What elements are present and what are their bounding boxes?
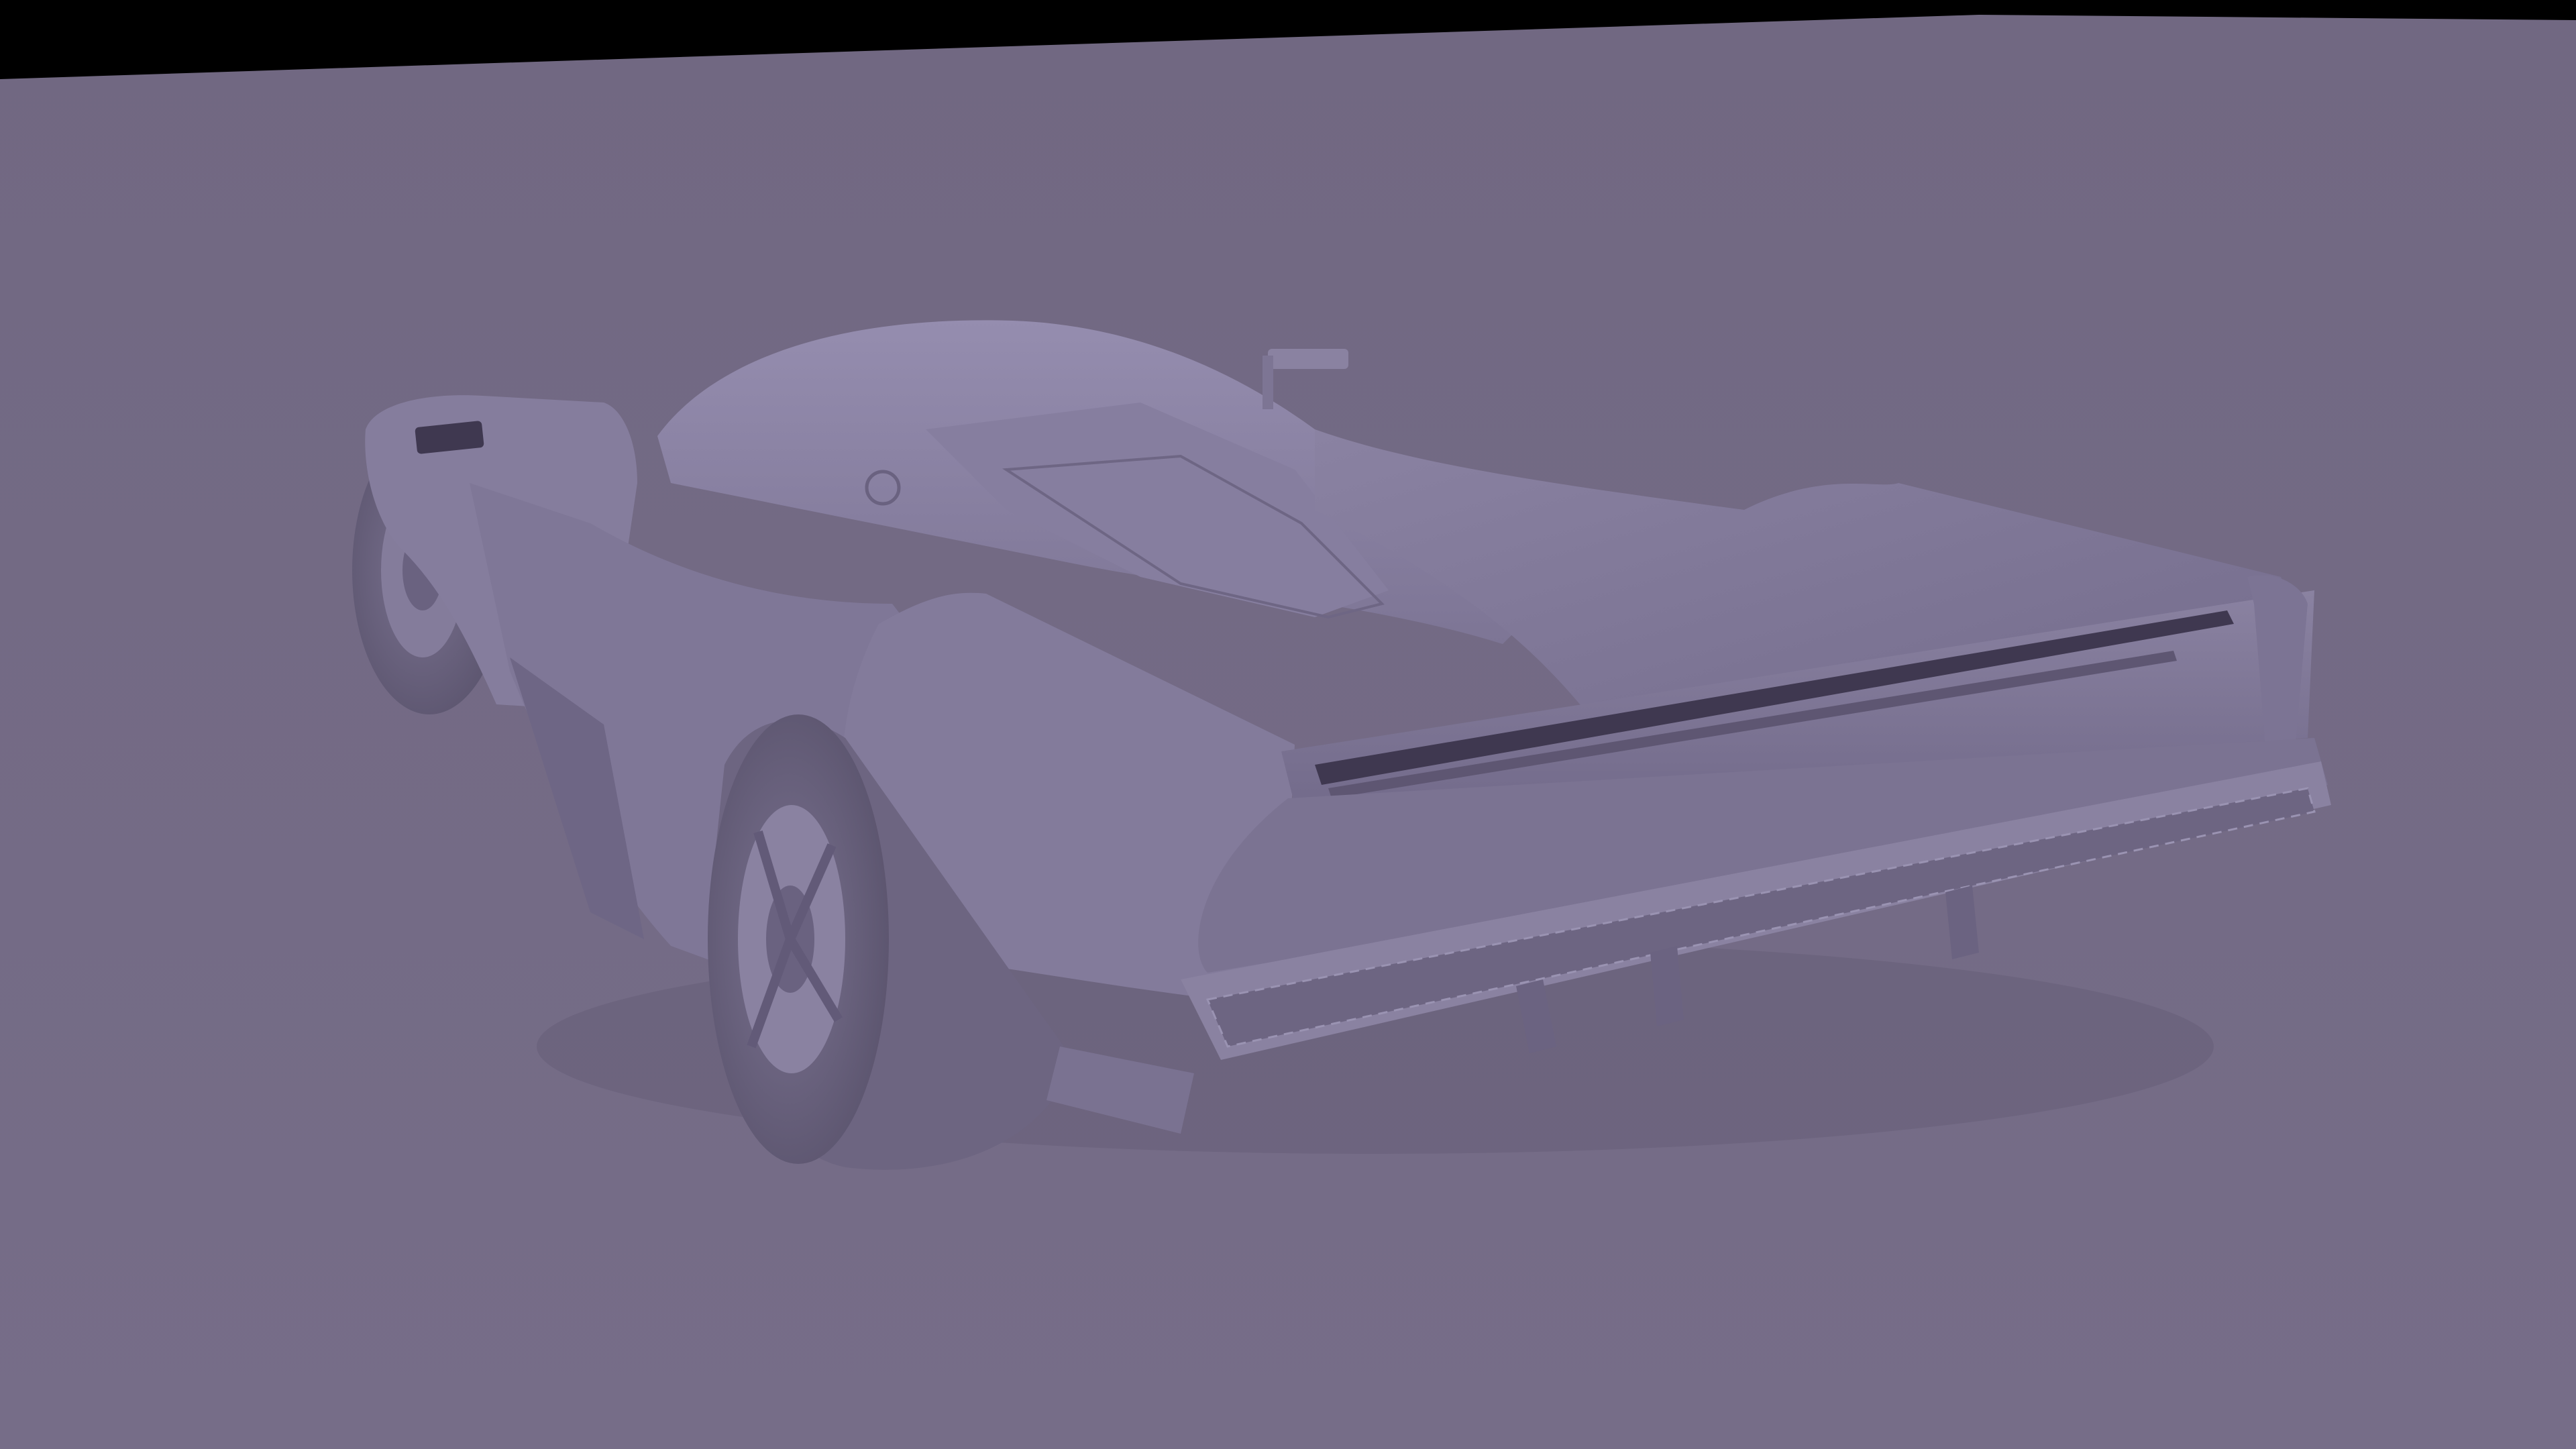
render-scene	[0, 0, 2576, 1449]
render-viewport	[0, 0, 2576, 1449]
